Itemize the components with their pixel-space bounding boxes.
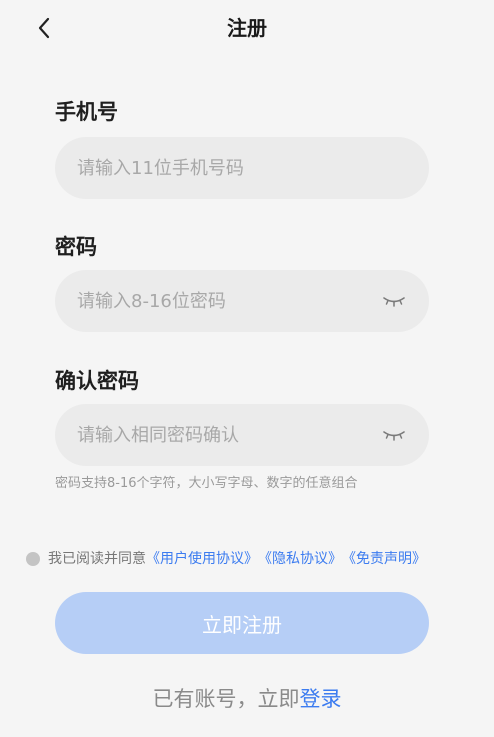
disclaimer-link[interactable]: 《免责声明》 (342, 548, 426, 570)
login-row: 已有账号，立即登录 (0, 684, 494, 714)
confirm-password-input[interactable] (77, 424, 375, 446)
user-agreement-link[interactable]: 《用户使用协议》 (146, 548, 258, 570)
agreement-row: 我已阅读并同意 《用户使用协议》 《隐私协议》 《免责声明》 (26, 548, 426, 570)
phone-label: 手机号 (55, 100, 118, 124)
agreement-checkbox[interactable] (26, 552, 40, 566)
login-prefix: 已有账号，立即 (152, 687, 300, 711)
eye-closed-icon (383, 297, 405, 307)
eye-closed-icon (383, 431, 405, 441)
confirm-password-field[interactable] (55, 404, 429, 466)
password-visibility-toggle[interactable] (381, 288, 407, 314)
confirm-password-label: 确认密码 (55, 369, 139, 393)
page-title: 注册 (227, 16, 267, 40)
password-hint: 密码支持8-16个字符，大小写字母、数字的任意组合 (55, 476, 358, 491)
phone-field[interactable] (55, 137, 429, 199)
header: 注册 (0, 0, 494, 56)
register-button[interactable]: 立即注册 (55, 592, 429, 654)
password-field[interactable] (55, 270, 429, 332)
password-input[interactable] (77, 290, 375, 312)
phone-input[interactable] (77, 157, 407, 179)
login-link[interactable]: 登录 (300, 687, 342, 711)
register-page: 注册 手机号 密码 确认密码 密码支持8-16 (0, 0, 494, 737)
confirm-password-visibility-toggle[interactable] (381, 422, 407, 448)
privacy-agreement-link[interactable]: 《隐私协议》 (258, 548, 342, 570)
agreement-prefix: 我已阅读并同意 (48, 551, 146, 567)
password-label: 密码 (55, 235, 97, 259)
